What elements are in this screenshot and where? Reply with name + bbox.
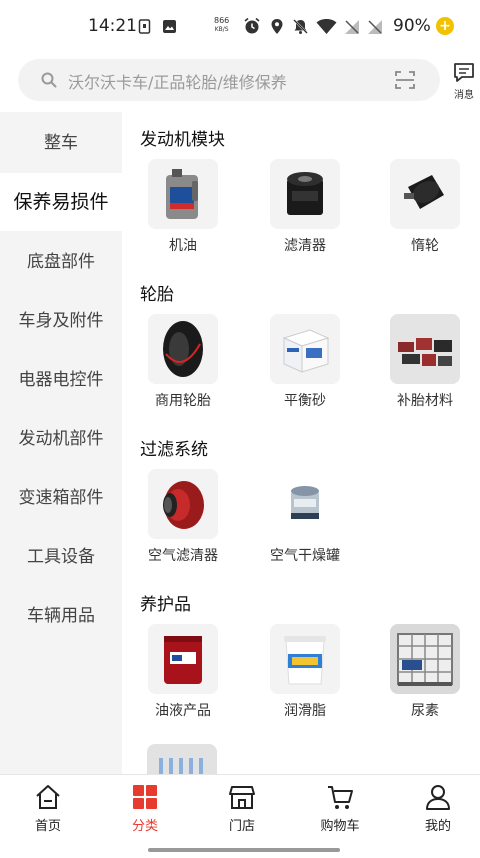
alarm-icon	[244, 17, 260, 34]
search-icon	[41, 72, 57, 88]
nav-store[interactable]: 门店	[202, 783, 282, 834]
category-icon	[133, 785, 157, 809]
product-label: 滤清器	[284, 238, 326, 254]
product-label: 空气滤清器	[148, 548, 218, 564]
status-time: 14:21	[88, 16, 137, 36]
status-bar: 14:21 866 KB/S 90% +	[0, 0, 480, 52]
sidebar-item-engine[interactable]: 发动机部件	[0, 410, 122, 468]
charging-icon: +	[436, 17, 454, 35]
message-button[interactable]: 消息	[448, 62, 480, 101]
product-item[interactable]: 商用轮胎	[128, 314, 238, 410]
nav-home[interactable]: 首页	[8, 783, 88, 834]
product-label: 商用轮胎	[155, 393, 211, 409]
product-item[interactable]: 空气干燥罐	[250, 469, 360, 565]
product-label: 空气干燥罐	[270, 548, 340, 564]
net-speed-unit: KB/S	[214, 26, 229, 33]
sidebar-item-body[interactable]: 车身及附件	[0, 292, 122, 350]
product-item[interactable]: 尿素	[370, 624, 480, 720]
nav-label: 我的	[424, 819, 451, 834]
sidebar-item-electrical[interactable]: 电器电控件	[0, 351, 122, 409]
scan-icon[interactable]	[394, 69, 416, 91]
sidebar-item-maintenance-parts[interactable]: 保养易损件	[0, 173, 122, 231]
product-item[interactable]: 平衡砂	[250, 314, 360, 410]
product-item[interactable]: 补胎材料	[370, 314, 480, 410]
product-item[interactable]: 润滑脂	[250, 624, 360, 720]
product-item[interactable]: 滤清器	[250, 159, 360, 255]
product-thumb-partial[interactable]	[147, 744, 217, 774]
category-sidebar: 整车 保养易损件 底盘部件 车身及附件 电器电控件 发动机部件 变速箱部件 工具…	[0, 112, 122, 774]
nav-category[interactable]: 分类	[105, 783, 185, 834]
product-label: 尿素	[411, 703, 439, 719]
grease-bucket-icon	[270, 624, 340, 694]
product-item[interactable]: 惰轮	[370, 159, 480, 255]
product-label: 油液产品	[155, 703, 211, 719]
product-item[interactable]: 油液产品	[128, 624, 238, 720]
search-placeholder: 沃尔沃卡车/正品轮胎/维修保养	[68, 73, 287, 92]
network-speed: 866 KB/S	[214, 16, 229, 34]
location-icon	[271, 19, 283, 34]
product-item[interactable]: 空气滤清器	[128, 469, 238, 565]
store-icon	[229, 786, 255, 809]
search-input[interactable]: 沃尔沃卡车/正品轮胎/维修保养	[18, 59, 440, 101]
mute-icon	[293, 19, 308, 34]
urea-tank-icon	[390, 624, 460, 694]
sidebar-item-chassis[interactable]: 底盘部件	[0, 233, 122, 291]
sidebar-item-vehicle[interactable]: 整车	[0, 114, 122, 172]
message-icon	[454, 63, 474, 82]
user-icon	[426, 785, 450, 810]
air-filter-icon	[148, 469, 218, 539]
home-indicator[interactable]	[148, 848, 340, 852]
nav-profile[interactable]: 我的	[398, 783, 478, 834]
bottom-nav: 首页 分类 门店 购物车 我的	[0, 774, 480, 858]
nav-label: 首页	[34, 819, 61, 834]
idler-pulley-icon	[390, 159, 460, 229]
sidebar-item-vehicle-supplies[interactable]: 车辆用品	[0, 587, 122, 645]
nav-label: 门店	[228, 819, 255, 834]
home-icon	[36, 785, 60, 809]
wifi-icon	[316, 19, 337, 34]
air-dryer-icon	[270, 469, 340, 539]
section-title: 轮胎	[140, 285, 174, 305]
nav-cart[interactable]: 购物车	[300, 783, 380, 834]
section-title: 养护品	[140, 595, 191, 615]
sidebar-item-gearbox[interactable]: 变速箱部件	[0, 469, 122, 527]
sim-icon	[138, 19, 151, 34]
product-label: 机油	[169, 238, 197, 254]
product-label: 平衡砂	[284, 393, 326, 409]
net-speed-value: 866	[214, 16, 230, 25]
product-label: 惰轮	[411, 238, 439, 254]
product-label: 补胎材料	[397, 393, 453, 409]
product-label: 润滑脂	[284, 703, 326, 719]
nav-label: 购物车	[320, 819, 360, 834]
oil-filter-icon	[270, 159, 340, 229]
category-content: 发动机模块 机油 滤清器 惰轮 轮胎 商用轮胎 平衡砂 补胎材料 过滤系统 空气…	[122, 112, 480, 774]
product-item[interactable]: 机油	[128, 159, 238, 255]
nav-label: 分类	[131, 819, 158, 834]
oil-bottle-icon	[148, 159, 218, 229]
tire-icon	[148, 314, 218, 384]
cart-icon	[328, 786, 353, 809]
oil-drum-icon	[148, 624, 218, 694]
battery-percent: 90%	[393, 16, 431, 36]
sidebar-item-tools[interactable]: 工具设备	[0, 528, 122, 586]
signal-off-icon	[345, 20, 359, 34]
tire-repair-kit-icon	[390, 314, 460, 384]
gallery-icon	[163, 20, 176, 33]
signal-off-icon-2	[368, 20, 382, 34]
section-title: 过滤系统	[140, 440, 208, 460]
section-title: 发动机模块	[140, 130, 225, 150]
message-label: 消息	[454, 90, 474, 101]
balance-sand-box-icon	[270, 314, 340, 384]
